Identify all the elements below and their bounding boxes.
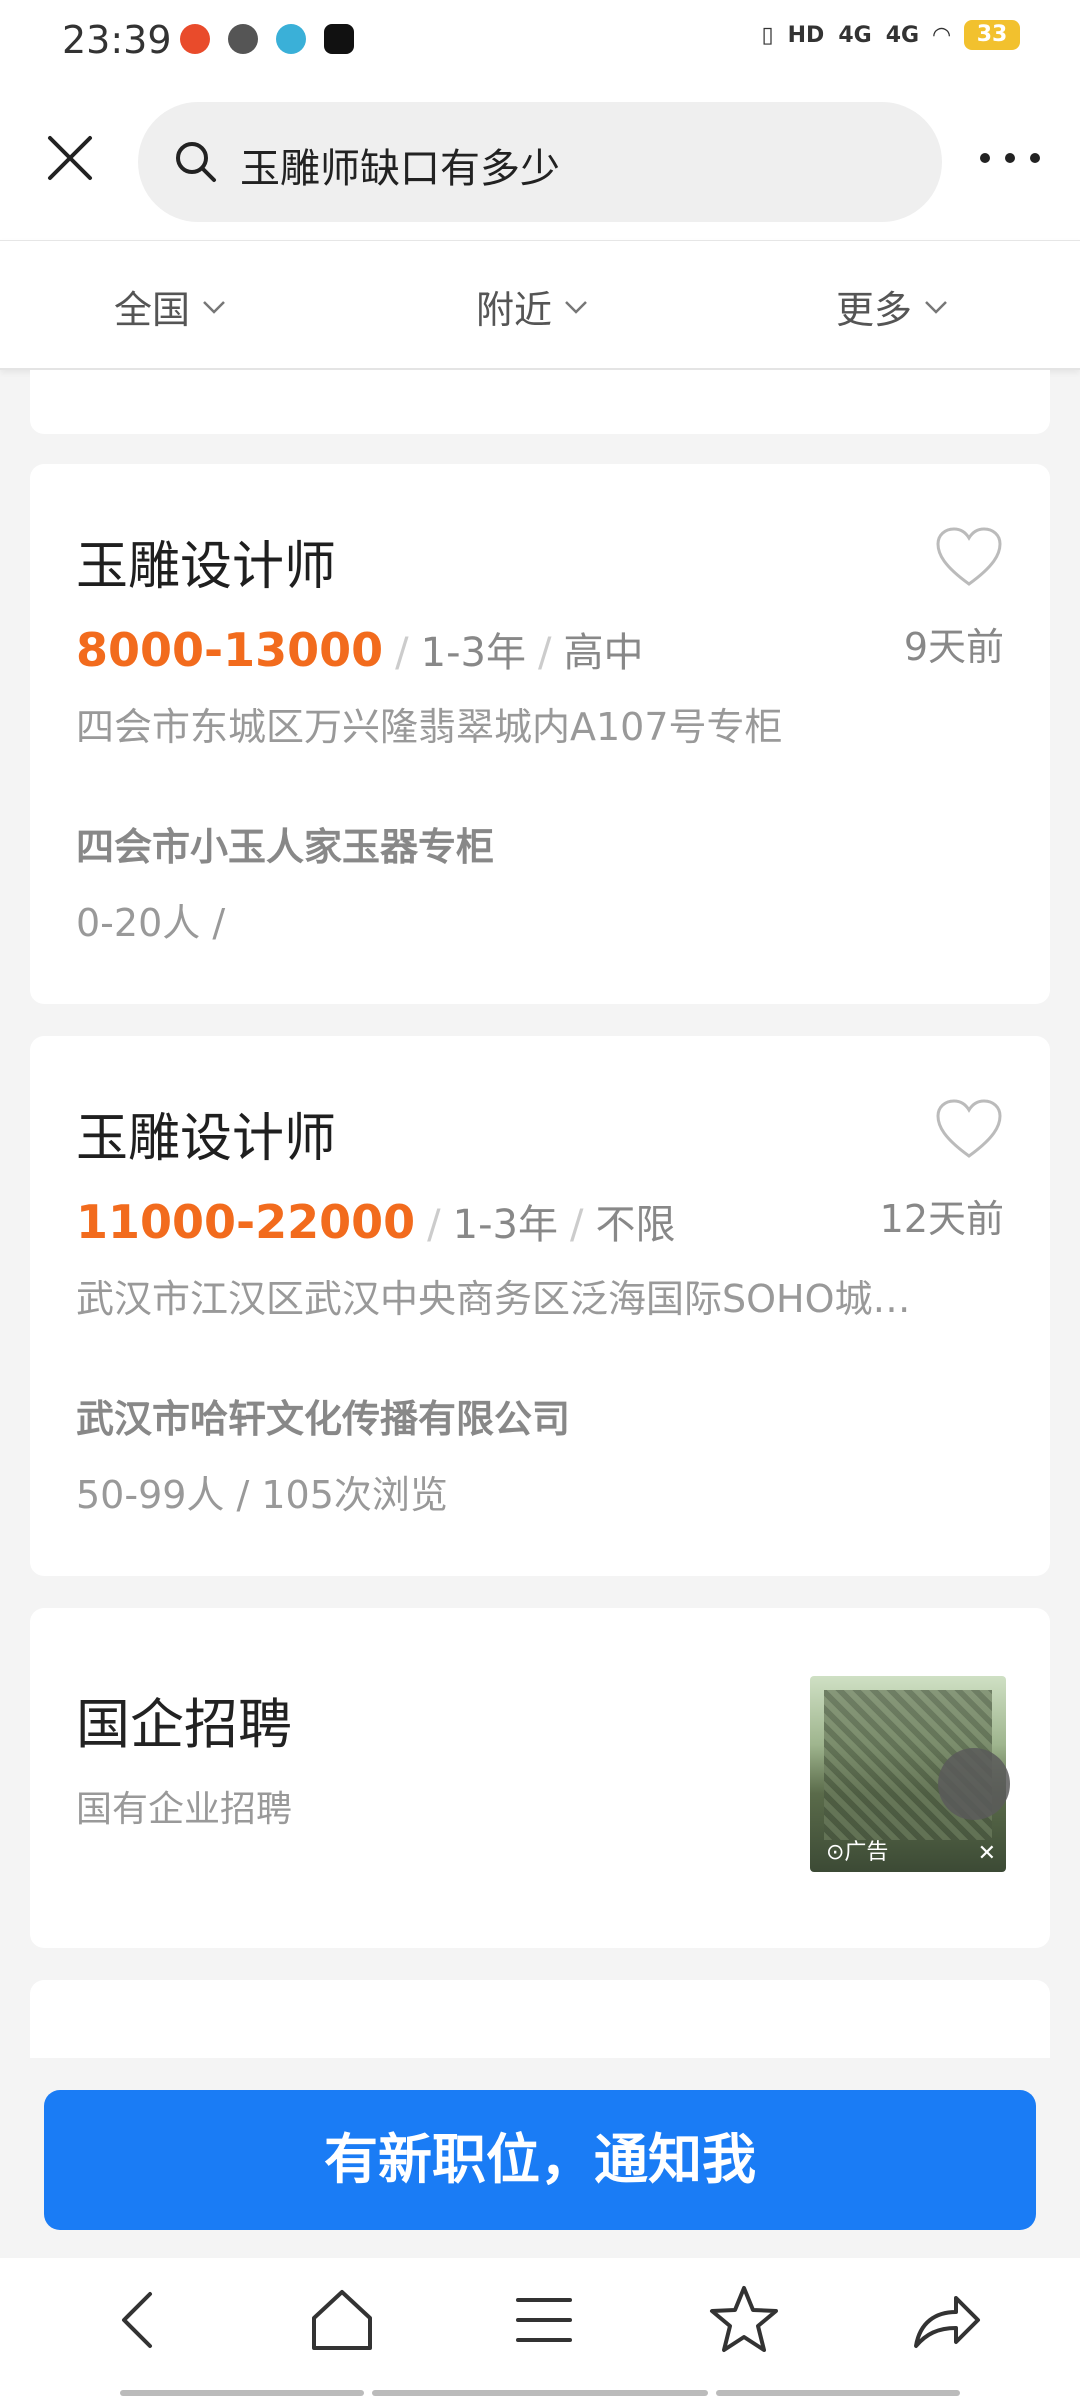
floating-arrow-icon[interactable] xyxy=(938,1748,1010,1820)
salary: 8000-13000 xyxy=(76,623,384,677)
chevron-down-icon xyxy=(565,300,587,314)
ad-card[interactable]: 国企招聘 国有企业招聘 ⊙广告 ✕ xyxy=(30,1608,1050,1948)
menu-icon[interactable] xyxy=(504,2280,584,2360)
star-icon[interactable] xyxy=(704,2280,784,2360)
chevron-down-icon xyxy=(203,300,225,314)
battery-indicator: 33 xyxy=(964,20,1020,50)
filter-bar: 全国 附近 更多 xyxy=(0,240,1080,370)
education: 高中 xyxy=(563,630,644,676)
gesture-bar xyxy=(716,2390,960,2396)
filter-more[interactable]: 更多 xyxy=(836,279,950,334)
ad-title: 国企招聘 xyxy=(76,1693,292,1756)
job-requirements: 11000-22000 / 1-3年 / 不限 xyxy=(76,1192,675,1250)
notification-icons xyxy=(180,24,354,54)
ad-subtitle: 国有企业招聘 xyxy=(76,1789,293,1830)
status-time: 23:39 xyxy=(62,18,172,62)
job-card-partial[interactable] xyxy=(30,370,1050,434)
back-icon[interactable] xyxy=(98,2280,178,2360)
chevron-down-icon xyxy=(925,300,947,314)
ad-close-icon[interactable]: ✕ xyxy=(978,1841,996,1866)
search-query: 玉雕师缺口有多少 xyxy=(240,146,560,192)
job-address: 武汉市江汉区武汉中央商务区泛海国际SOHO城… xyxy=(76,1277,911,1321)
education: 不限 xyxy=(595,1202,676,1248)
share-icon[interactable] xyxy=(906,2280,986,2360)
home-icon[interactable] xyxy=(302,2280,382,2360)
experience: 1-3年 xyxy=(420,630,526,676)
salary: 11000-22000 xyxy=(76,1195,416,1249)
notify-new-jobs-button[interactable]: 有新职位，通知我 xyxy=(44,2090,1036,2230)
tiktok-icon xyxy=(324,24,354,54)
hd-badge: HD xyxy=(787,22,825,48)
app-notification-icon xyxy=(180,24,210,54)
wifi-icon: ◠ xyxy=(933,22,950,48)
chat-icon xyxy=(276,24,306,54)
filter-nearby[interactable]: 附近 xyxy=(476,279,590,334)
job-address: 四会市东城区万兴隆翡翠城内A107号专柜 xyxy=(76,705,783,749)
heart-icon[interactable] xyxy=(934,526,1004,590)
job-card-partial[interactable] xyxy=(30,1980,1050,2058)
filter-region[interactable]: 全国 xyxy=(114,279,228,334)
job-card[interactable]: 玉雕设计师 12天前 11000-22000 / 1-3年 / 不限 武汉市江汉… xyxy=(30,1036,1050,1576)
company-meta: 0-20人 / xyxy=(76,901,226,945)
job-card[interactable]: 玉雕设计师 9天前 8000-13000 / 1-3年 / 高中 四会市东城区万… xyxy=(30,464,1050,1004)
posted-time: 12天前 xyxy=(879,1197,1004,1241)
status-bar: 23:39 ▯ HD 4G 4G ◠ 33 xyxy=(0,0,1080,86)
signal-icon-2: 4G xyxy=(885,22,920,48)
filter-nearby-label: 附近 xyxy=(476,288,553,332)
signal-icon-1: 4G xyxy=(838,22,872,48)
vibrate-icon: ▯ xyxy=(761,22,774,48)
more-options-icon[interactable] xyxy=(980,148,1040,168)
job-title: 玉雕设计师 xyxy=(76,537,337,597)
company-name: 四会市小玉人家玉器专柜 xyxy=(76,825,495,869)
ad-label: ⊙广告 xyxy=(826,1840,889,1865)
job-requirements: 8000-13000 / 1-3年 / 高中 xyxy=(76,620,643,678)
posted-time: 9天前 xyxy=(903,625,1004,669)
experience: 1-3年 xyxy=(452,1202,558,1248)
company-name: 武汉市哈轩文化传播有限公司 xyxy=(76,1397,571,1441)
job-title: 玉雕设计师 xyxy=(76,1109,337,1169)
status-indicators: ▯ HD 4G 4G ◠ 33 xyxy=(762,20,1020,50)
filter-region-label: 全国 xyxy=(114,288,191,332)
search-header: 玉雕师缺口有多少 xyxy=(0,86,1080,240)
cta-bar: 有新职位，通知我 xyxy=(0,2058,1080,2258)
search-icon xyxy=(176,142,216,182)
gesture-bar xyxy=(372,2390,708,2396)
browser-nav-bar xyxy=(0,2258,1080,2400)
company-meta: 50-99人 / 105次浏览 xyxy=(76,1473,448,1517)
heart-icon[interactable] xyxy=(934,1098,1004,1162)
close-icon[interactable] xyxy=(40,128,100,188)
wechat-icon xyxy=(228,24,258,54)
search-input[interactable]: 玉雕师缺口有多少 xyxy=(138,102,942,222)
gesture-bar xyxy=(120,2390,364,2396)
filter-more-label: 更多 xyxy=(836,288,913,332)
